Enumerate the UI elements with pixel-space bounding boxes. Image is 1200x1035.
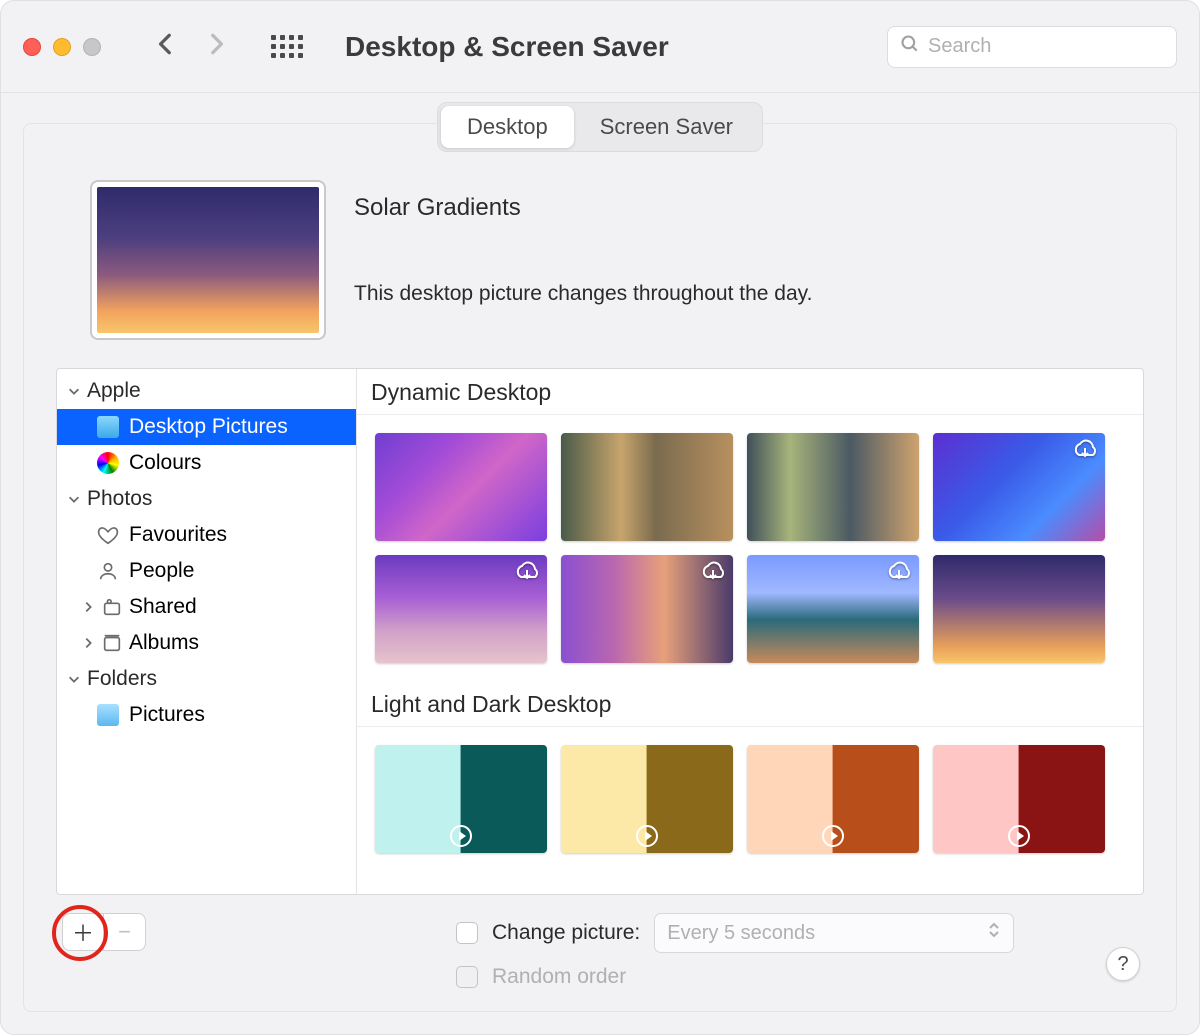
section-dynamic-desktop: Dynamic Desktop	[357, 369, 1143, 415]
sidebar-item-label: Desktop Pictures	[129, 415, 288, 439]
wallpaper-thumb[interactable]	[561, 433, 733, 541]
wallpaper-browser: Apple Desktop Pictures Colours Photos	[56, 368, 1144, 895]
heart-icon	[97, 524, 119, 546]
dynamic-badge-icon	[1008, 825, 1030, 847]
colours-icon	[97, 452, 119, 474]
tab-desktop[interactable]: Desktop	[441, 106, 574, 148]
wallpaper-thumb[interactable]	[747, 745, 919, 853]
sidebar-item-favourites[interactable]: Favourites	[57, 517, 356, 553]
add-remove-buttons: ＋ −	[62, 913, 146, 951]
wallpaper-name: Solar Gradients	[354, 194, 812, 222]
change-interval-select[interactable]: Every 5 seconds	[654, 913, 1014, 953]
dynamic-badge-icon	[822, 825, 844, 847]
add-folder-button[interactable]: ＋	[62, 913, 104, 951]
wallpaper-grid-area[interactable]: Dynamic Desktop	[357, 369, 1143, 894]
help-button[interactable]: ?	[1106, 947, 1140, 981]
source-sidebar: Apple Desktop Pictures Colours Photos	[57, 369, 357, 894]
sidebar-item-pictures[interactable]: Pictures	[57, 697, 356, 733]
titlebar: Desktop & Screen Saver	[1, 1, 1199, 93]
sidebar-group-label: Apple	[87, 379, 141, 403]
window-controls	[23, 38, 101, 56]
chevron-down-icon	[67, 384, 81, 398]
wallpaper-description: This desktop picture changes throughout …	[354, 282, 812, 306]
pictures-folder-icon	[97, 704, 119, 726]
chevron-down-icon	[67, 672, 81, 686]
sidebar-item-albums[interactable]: Albums	[57, 625, 356, 661]
sidebar-item-label: Albums	[129, 631, 199, 655]
change-picture-label: Change picture:	[492, 921, 640, 945]
close-window-button[interactable]	[23, 38, 41, 56]
sidebar-item-shared[interactable]: Shared	[57, 589, 356, 625]
folder-icon	[97, 416, 119, 438]
search-icon	[900, 34, 920, 60]
show-all-icon[interactable]	[271, 35, 303, 58]
sidebar-group-apple[interactable]: Apple	[57, 373, 356, 409]
preferences-window: Desktop & Screen Saver Desktop Screen Sa…	[0, 0, 1200, 1035]
download-icon	[885, 561, 913, 583]
wallpaper-thumb[interactable]	[375, 433, 547, 541]
nav-arrows	[153, 31, 229, 62]
tab-screen-saver[interactable]: Screen Saver	[574, 106, 759, 148]
wallpaper-thumb[interactable]	[933, 745, 1105, 853]
section-light-dark: Light and Dark Desktop	[357, 681, 1143, 727]
sidebar-group-folders[interactable]: Folders	[57, 661, 356, 697]
dynamic-badge-icon	[636, 825, 658, 847]
forward-button[interactable]	[203, 31, 229, 62]
main-panel: Desktop Screen Saver Solar Gradients Thi…	[23, 123, 1177, 1012]
sidebar-item-label: Favourites	[129, 523, 227, 547]
sidebar-item-label: People	[129, 559, 194, 583]
wallpaper-thumb[interactable]	[933, 433, 1105, 541]
wallpaper-thumb[interactable]	[375, 745, 547, 853]
random-order-row: Random order	[456, 965, 1014, 989]
wallpaper-thumb[interactable]	[747, 555, 919, 663]
sidebar-item-label: Shared	[129, 595, 197, 619]
download-icon	[513, 561, 541, 583]
window-title: Desktop & Screen Saver	[345, 31, 669, 63]
wallpaper-thumb[interactable]	[747, 433, 919, 541]
random-order-checkbox	[456, 966, 478, 988]
lightdark-grid	[357, 727, 1143, 871]
dynamic-grid	[357, 415, 1143, 681]
sidebar-group-photos[interactable]: Photos	[57, 481, 356, 517]
bottom-controls: ＋ − Change picture: Every 5 seconds	[56, 895, 1144, 989]
wallpaper-thumb[interactable]	[933, 555, 1105, 663]
rotation-options: Change picture: Every 5 seconds Random o…	[456, 913, 1014, 989]
wallpaper-info: Solar Gradients This desktop picture cha…	[354, 180, 812, 340]
remove-folder-button[interactable]: −	[104, 913, 146, 951]
current-wallpaper-row: Solar Gradients This desktop picture cha…	[56, 180, 1144, 340]
albums-icon	[101, 632, 123, 654]
change-picture-checkbox[interactable]	[456, 922, 478, 944]
dynamic-badge-icon	[450, 825, 472, 847]
select-value: Every 5 seconds	[667, 922, 815, 945]
sidebar-group-label: Photos	[87, 487, 152, 511]
wallpaper-thumb[interactable]	[375, 555, 547, 663]
tab-selector: Desktop Screen Saver	[437, 102, 763, 152]
back-button[interactable]	[153, 31, 179, 62]
wallpaper-thumb[interactable]	[561, 745, 733, 853]
download-icon	[699, 561, 727, 583]
wallpaper-thumb[interactable]	[561, 555, 733, 663]
change-picture-row: Change picture: Every 5 seconds	[456, 913, 1014, 953]
person-icon	[97, 560, 119, 582]
chevron-right-icon	[81, 600, 95, 614]
sidebar-item-people[interactable]: People	[57, 553, 356, 589]
current-wallpaper-preview	[90, 180, 326, 340]
random-order-label: Random order	[492, 965, 626, 989]
shared-icon	[101, 596, 123, 618]
stepper-icon	[987, 921, 1001, 945]
search-field[interactable]	[887, 26, 1177, 68]
zoom-window-button[interactable]	[83, 38, 101, 56]
search-input[interactable]	[928, 35, 1164, 58]
chevron-right-icon	[81, 636, 95, 650]
sidebar-item-desktop-pictures[interactable]: Desktop Pictures	[57, 409, 356, 445]
chevron-down-icon	[67, 492, 81, 506]
sidebar-item-label: Pictures	[129, 703, 205, 727]
sidebar-group-label: Folders	[87, 667, 157, 691]
content-area: Desktop Screen Saver Solar Gradients Thi…	[1, 93, 1199, 1034]
download-icon	[1071, 439, 1099, 461]
sidebar-item-colours[interactable]: Colours	[57, 445, 356, 481]
sidebar-item-label: Colours	[129, 451, 201, 475]
minimize-window-button[interactable]	[53, 38, 71, 56]
wallpaper-thumbnail	[97, 187, 319, 333]
